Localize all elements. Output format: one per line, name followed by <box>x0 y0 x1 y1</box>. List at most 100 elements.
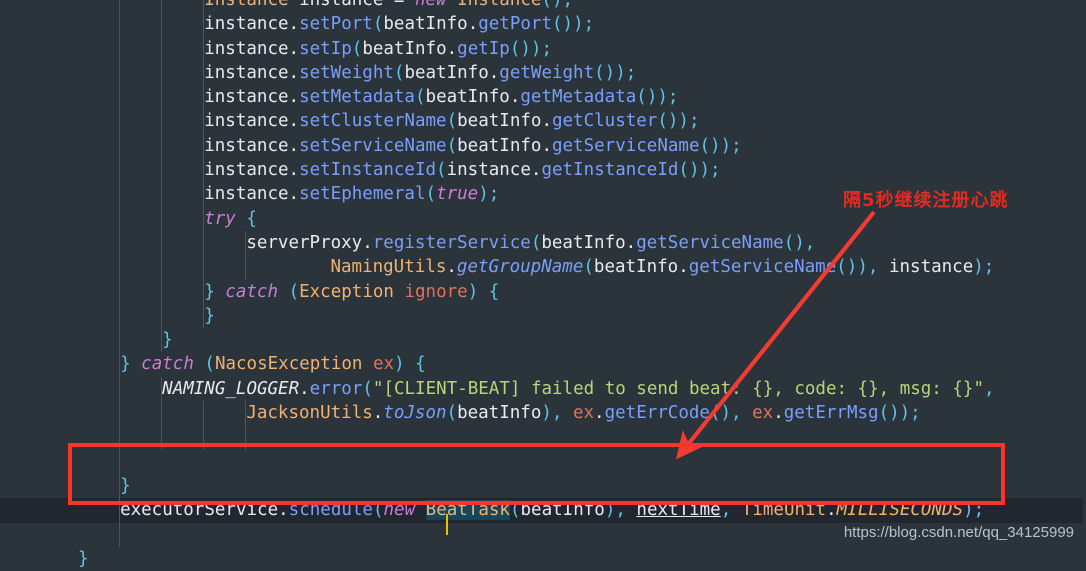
code-token: . <box>625 232 637 253</box>
code-token: ( <box>372 14 384 35</box>
code-line[interactable]: } <box>0 328 1086 353</box>
code-token: instance <box>204 184 289 205</box>
code-token: . <box>288 111 300 132</box>
code-token: = <box>383 0 415 10</box>
code-token: setServiceName <box>299 135 447 156</box>
code-token: ( <box>530 232 542 253</box>
code-line[interactable]: JacksonUtils.toJson(beatInfo), ex.getErr… <box>0 401 1086 426</box>
code-line[interactable]: } <box>0 473 1086 499</box>
code-line[interactable]: } catch (Exception ignore) { <box>0 279 1086 304</box>
code-token: instance <box>204 135 289 156</box>
code-line[interactable]: NamingUtils.getGroupName(beatInfo.getSer… <box>0 255 1086 280</box>
code-token: getServiceName <box>551 135 700 156</box>
code-token: getPort <box>478 14 552 35</box>
code-text-area[interactable]: Instance instance = new Instance(); insta… <box>0 0 1086 571</box>
code-token: ()), <box>836 257 879 278</box>
code-token: ); <box>478 184 500 205</box>
code-line[interactable]: executorService.schedule(new BeatTask(be… <box>0 498 1086 536</box>
code-editor[interactable]: Instance instance = new Instance(); insta… <box>0 0 1086 569</box>
code-token: instance <box>204 160 289 181</box>
code-token: ( <box>446 403 458 424</box>
code-line[interactable]: Instance instance = new Instance(); <box>0 0 1086 13</box>
code-token: . <box>594 403 605 424</box>
code-line-text: Instance instance = new Instance(); <box>0 0 573 12</box>
code-token: instance <box>204 14 289 35</box>
indent-guide <box>119 522 121 547</box>
code-line-text: instance.setMetadata(beatInfo.getMetadat… <box>0 85 678 109</box>
code-line[interactable]: instance.setClusterName(beatInfo.getClus… <box>0 109 1086 134</box>
code-line[interactable]: instance.setServiceName(beatInfo.getServ… <box>0 133 1086 159</box>
indent-guide <box>119 425 121 450</box>
code-token: instance <box>204 111 289 132</box>
code-line[interactable]: } catch (NacosException ex) { <box>0 352 1086 377</box>
code-token: TimeUnit <box>741 500 827 521</box>
code-token: nextTime <box>636 500 721 521</box>
code-line-text: } catch (NacosException ex) { <box>0 352 426 376</box>
code-line-text: NamingUtils.getGroupName(beatInfo.getSer… <box>0 255 994 279</box>
code-token: { <box>246 208 257 229</box>
code-token: NamingUtils <box>330 257 447 278</box>
code-token: ( <box>362 378 373 399</box>
code-token: catch <box>141 354 194 375</box>
code-token: instance <box>204 62 289 83</box>
watermark-url: https://blog.csdn.net/qq_34125999 <box>843 524 1074 541</box>
code-token: (), <box>783 232 816 253</box>
code-token: , <box>720 500 742 521</box>
code-token: setWeight <box>299 62 394 83</box>
code-token: } <box>120 354 131 375</box>
code-line-text: instance.setInstanceId(instance.getInsta… <box>0 158 720 182</box>
code-line[interactable]: instance.setMetadata(beatInfo.getMetadat… <box>0 85 1086 110</box>
code-token: beatInfo <box>520 500 605 521</box>
code-line[interactable]: instance.setIp(beatInfo.getIp()); <box>0 36 1086 61</box>
code-token: beatInfo <box>362 38 447 59</box>
code-line[interactable]: serverProxy.registerService(beatInfo.get… <box>0 230 1086 256</box>
code-token: ()); <box>509 38 552 59</box>
code-token: , <box>984 378 995 399</box>
code-token: getCluster <box>551 111 658 132</box>
code-line[interactable] <box>0 449 1086 474</box>
code-token: atTask <box>446 500 510 521</box>
code-token: . <box>288 184 300 205</box>
code-token: ( <box>583 257 594 278</box>
code-token: beatInfo <box>457 403 542 424</box>
indent-guide <box>245 425 247 450</box>
code-token: ), <box>541 403 573 424</box>
code-line[interactable]: instance.setInstanceId(instance.getInsta… <box>0 158 1086 183</box>
code-token: new <box>383 500 416 521</box>
code-token: ()); <box>657 111 700 132</box>
code-line-text: instance.setEphemeral(true); <box>0 182 499 206</box>
code-token: } <box>78 548 89 569</box>
code-line[interactable]: instance.setWeight(beatInfo.getWeight())… <box>0 60 1086 86</box>
code-token: . <box>446 38 458 59</box>
code-token: . <box>773 403 784 424</box>
code-line[interactable]: instance.setPort(beatInfo.getPort()); <box>0 12 1086 37</box>
code-line-text: } <box>0 304 215 328</box>
code-token: . <box>372 403 384 424</box>
code-token: new <box>414 0 447 10</box>
code-line[interactable]: } <box>0 547 1086 571</box>
code-line[interactable]: } <box>0 303 1086 329</box>
code-token: . <box>446 257 457 278</box>
code-token: ( <box>446 111 458 132</box>
code-token: getMetadata <box>520 87 637 108</box>
code-token: toJson <box>383 403 447 424</box>
code-token: ex <box>373 354 395 375</box>
code-line[interactable]: NAMING_LOGGER.error("[CLIENT-BEAT] faile… <box>0 376 1086 402</box>
code-token: instance <box>299 0 384 10</box>
code-line[interactable] <box>0 425 1086 450</box>
code-token: instance <box>446 160 531 181</box>
code-token: Instance <box>457 0 542 10</box>
code-line-text: executorService.schedule(new BeatTask(be… <box>0 498 984 536</box>
annotation-note-text: 隔5秒继续注册心跳 <box>843 190 1009 211</box>
code-token: setClusterName <box>299 111 447 132</box>
code-token: . <box>362 232 373 253</box>
code-token: setIp <box>299 38 352 59</box>
code-token: . <box>826 500 837 521</box>
code-token: NacosException <box>214 354 363 375</box>
code-token: executorService <box>120 500 279 521</box>
code-token: registerService <box>372 232 531 253</box>
code-token: instance <box>204 87 289 108</box>
code-line-text: JacksonUtils.toJson(beatInfo), ex.getErr… <box>0 401 920 425</box>
code-line-text: } catch (Exception ignore) { <box>0 280 499 304</box>
code-token: . <box>288 38 300 59</box>
